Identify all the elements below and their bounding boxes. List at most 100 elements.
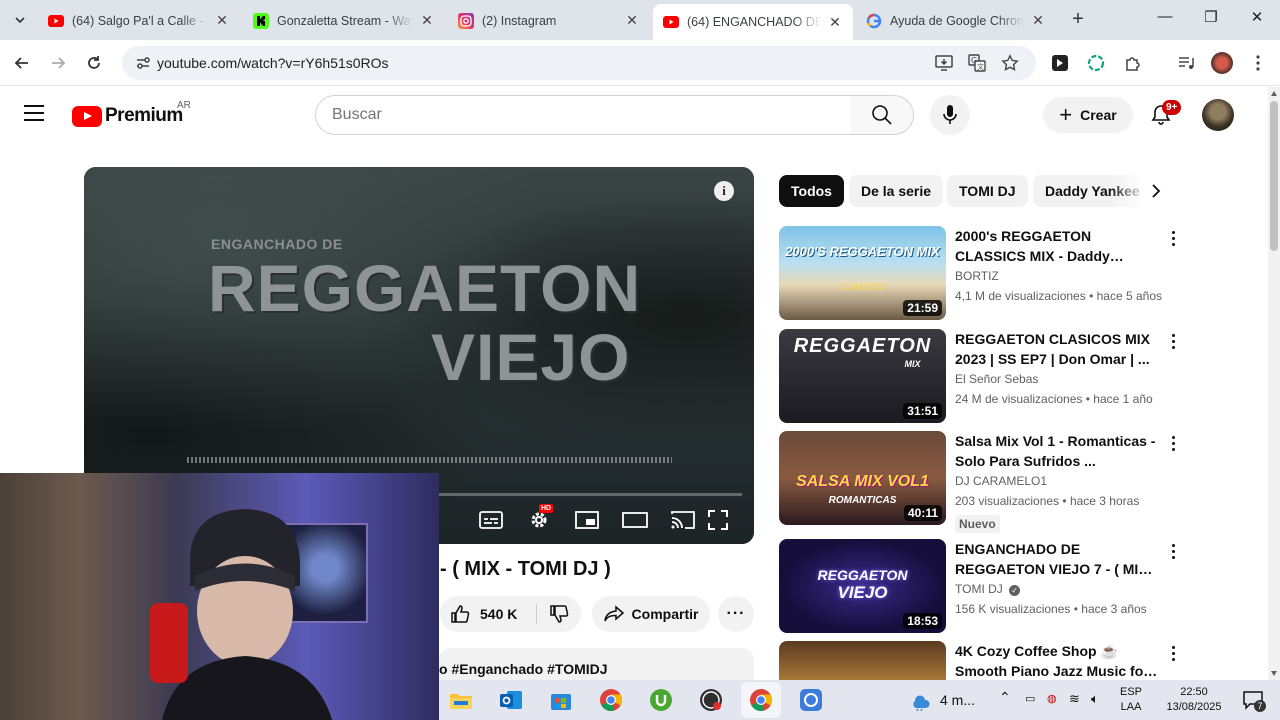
weather-temp[interactable]: 4 m... (940, 693, 975, 708)
new-tab-button[interactable]: + (1066, 8, 1090, 32)
chrome-active-icon[interactable] (747, 686, 775, 714)
more-vert-icon[interactable] (1163, 643, 1183, 663)
like-button[interactable]: 540 K (440, 596, 536, 632)
chatgpt-extension-icon[interactable] (1085, 52, 1107, 74)
extensions-puzzle-icon[interactable] (1122, 52, 1144, 74)
video-thumbnail[interactable] (779, 641, 946, 680)
share-button[interactable]: Compartir (592, 596, 710, 632)
tab-close-icon[interactable]: ✕ (624, 12, 640, 29)
more-actions-button[interactable]: ··· (718, 596, 754, 632)
tab-close-icon[interactable]: ✕ (419, 12, 435, 29)
site-settings-icon[interactable] (134, 54, 152, 72)
recommended-video[interactable]: SALSA MIX VOL1 ROMANTICAS 40:11 Salsa Mi… (779, 431, 1189, 533)
lang-top: ESP (1120, 686, 1143, 698)
video-title[interactable]: REGGAETON CLASICOS MIX 2023 | SS EP7 | D… (955, 329, 1160, 369)
info-icon[interactable]: i (714, 181, 734, 201)
video-title[interactable]: ENGANCHADO DE REGGAETON VIEJO 7 - ( MIX … (955, 539, 1160, 579)
file-explorer-icon[interactable] (447, 686, 475, 714)
more-vert-icon[interactable] (1163, 433, 1183, 453)
channel-name[interactable]: DJ CARAMELO1 (955, 474, 1047, 488)
video-title[interactable]: 4K Cozy Coffee Shop ☕ Smooth Piano Jazz … (955, 641, 1160, 680)
create-button[interactable]: + Crear (1043, 97, 1133, 133)
tab-close-icon[interactable]: ✕ (1030, 12, 1046, 29)
hamburger-menu-icon[interactable] (24, 105, 48, 123)
search-button[interactable] (851, 95, 914, 135)
recommended-video[interactable]: REGGAETON VIEJO 18:53 ENGANCHADO DE REGG… (779, 539, 1189, 633)
forward-button[interactable] (46, 51, 70, 75)
chip-tomi-dj[interactable]: TOMI DJ (947, 175, 1028, 207)
miniplayer-button[interactable] (573, 507, 601, 533)
page-scrollbar[interactable] (1268, 87, 1280, 680)
recommended-video[interactable]: REGGAETON MIX 31:51 REGGAETON CLASICOS M… (779, 329, 1189, 423)
media-control-icon[interactable] (1175, 52, 1197, 74)
browser-tab[interactable]: (64) Salgo Pa'l a Calle - R ✕ (38, 5, 240, 36)
video-thumbnail[interactable]: REGGAETON VIEJO 18:53 (779, 539, 946, 633)
reload-button[interactable] (82, 51, 106, 75)
app-icon[interactable] (797, 686, 825, 714)
tab-close-icon[interactable]: ✕ (827, 14, 843, 31)
input-language[interactable]: ESP LAA (1120, 685, 1142, 715)
tab-close-icon[interactable]: ✕ (214, 12, 230, 29)
thumbnail-subtext: VIEJO (837, 583, 888, 602)
speaker-icon[interactable]: 🔈︎ (1091, 691, 1099, 706)
search-input[interactable] (316, 96, 851, 134)
cast-button[interactable] (669, 507, 697, 533)
address-bar[interactable]: youtube.com/watch?v=rY6h51s0ROs G文 (122, 46, 1036, 80)
more-vert-icon[interactable] (1163, 541, 1183, 561)
bookmark-star-icon[interactable] (1000, 53, 1020, 73)
video-overlay-kicker: ENGANCHADO DE (211, 236, 343, 252)
channel-name[interactable]: TOMI DJ ✓ (955, 582, 1021, 596)
obs-studio-icon[interactable] (697, 686, 725, 714)
recommended-video[interactable]: 2000'S REGGAETON MIX CLASSICS 21:59 2000… (779, 226, 1189, 320)
browser-tab-active[interactable]: (64) ENGANCHADO DE R ✕ (653, 4, 853, 40)
channel-name[interactable]: BORTIZ (955, 269, 999, 283)
voice-search-button[interactable] (930, 95, 970, 135)
profile-avatar[interactable] (1211, 52, 1233, 74)
volume-muted-icon[interactable]: ◍ (1047, 692, 1057, 707)
account-avatar[interactable] (1202, 99, 1234, 131)
tray-expand-icon[interactable]: ⌃ (999, 690, 1011, 705)
translate-icon[interactable]: G文 (967, 53, 987, 73)
chips-next-button[interactable] (1144, 179, 1168, 203)
wifi-icon[interactable]: ≋ (1069, 691, 1080, 706)
settings-button[interactable]: HD (525, 504, 554, 533)
video-thumbnail[interactable]: 2000'S REGGAETON MIX CLASSICS 21:59 (779, 226, 946, 320)
restore-button[interactable]: ❐ (1196, 8, 1226, 32)
video-title[interactable]: Salsa Mix Vol 1 - Romanticas - Solo Para… (955, 431, 1160, 471)
chrome-menu-icon[interactable] (1247, 52, 1269, 74)
theater-mode-button[interactable] (621, 507, 649, 533)
scroll-thumb[interactable] (1270, 101, 1278, 251)
meet-now-icon[interactable]: ▭ (1025, 692, 1035, 707)
clock[interactable]: 22:50 13/08/2025 (1161, 685, 1227, 715)
browser-tab[interactable]: Ayuda de Google Chrom ✕ (856, 5, 1056, 36)
minimize-button[interactable]: — (1150, 8, 1180, 32)
recommended-video[interactable]: 4K Cozy Coffee Shop ☕ Smooth Piano Jazz … (779, 641, 1189, 680)
install-app-icon[interactable] (934, 53, 954, 73)
back-button[interactable] (10, 51, 34, 75)
extension-icon[interactable] (1049, 52, 1071, 74)
microsoft-store-icon[interactable] (547, 686, 575, 714)
tab-search-button[interactable] (8, 8, 32, 32)
video-thumbnail[interactable]: REGGAETON MIX 31:51 (779, 329, 946, 423)
utorrent-icon[interactable] (647, 686, 675, 714)
subtitles-button[interactable] (477, 507, 505, 533)
scroll-down-arrow-icon[interactable] (1271, 671, 1277, 676)
chip-de-la-serie[interactable]: De la serie (849, 175, 944, 207)
video-title[interactable]: 2000's REGGAETON CLASSICS MIX - Daddy Ya… (955, 226, 1160, 266)
close-window-button[interactable]: ✕ (1242, 8, 1272, 32)
more-vert-icon[interactable] (1163, 228, 1183, 248)
weather-icon[interactable] (907, 686, 935, 714)
dislike-button[interactable] (537, 596, 581, 632)
outlook-icon[interactable] (497, 686, 525, 714)
browser-tab[interactable]: (2) Instagram ✕ (448, 5, 650, 36)
chrome-icon[interactable] (597, 686, 625, 714)
youtube-premium-logo[interactable]: Premium (72, 104, 183, 128)
video-thumbnail[interactable]: SALSA MIX VOL1 ROMANTICAS 40:11 (779, 431, 946, 525)
more-vert-icon[interactable] (1163, 331, 1183, 351)
upload-age: hace 1 año (1093, 392, 1153, 406)
browser-tab[interactable]: Gonzaletta Stream - Wat ✕ (243, 5, 445, 36)
scroll-up-arrow-icon[interactable] (1271, 91, 1277, 96)
chip-todos[interactable]: Todos (779, 175, 844, 207)
channel-name[interactable]: El Señor Sebas (955, 372, 1038, 386)
fullscreen-button[interactable] (704, 507, 732, 533)
